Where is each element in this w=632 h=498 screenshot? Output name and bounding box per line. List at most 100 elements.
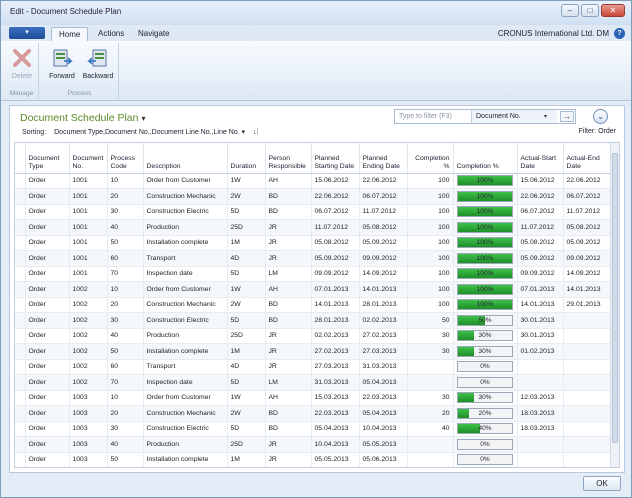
cell-planned-start[interactable]: 22.03.2013	[311, 405, 360, 422]
cell-actual-start[interactable]: 18.03.2013	[517, 405, 564, 422]
cell-process-code[interactable]: 30	[107, 312, 144, 329]
cell-planned-end[interactable]: 22.06.2012	[359, 173, 408, 189]
cell-planned-end[interactable]: 22.03.2013	[359, 390, 408, 406]
cell-completion-bar[interactable]: 50%	[453, 312, 518, 329]
filter-dropdown-icon[interactable]: ▾	[544, 113, 547, 120]
cell-duration[interactable]: 4D	[227, 359, 266, 375]
cell-process-code[interactable]: 10	[107, 281, 144, 298]
cell-actual-start[interactable]	[517, 374, 564, 391]
table-row[interactable]: Order100360Transport4DJR05.06.201309.06.…	[15, 468, 611, 469]
col-planned-end[interactable]: Planned Ending Date	[359, 143, 408, 174]
cell-description[interactable]: Installation complete	[143, 235, 228, 251]
row-selector[interactable]	[15, 250, 26, 267]
row-selector[interactable]	[15, 421, 26, 437]
cell-actual-end[interactable]: 05.09.2012	[563, 235, 612, 251]
cell-description[interactable]: Order from Customer	[143, 281, 228, 298]
close-button[interactable]: ✕	[601, 4, 625, 17]
cell-completion-value[interactable]: 100	[407, 188, 454, 205]
col-description[interactable]: Description	[143, 143, 228, 174]
cell-actual-start[interactable]: 01.02.2013	[517, 343, 564, 360]
cell-actual-end[interactable]: 22.06.2012	[563, 173, 612, 189]
cell-description[interactable]: Construction Mechanic	[143, 188, 228, 205]
cell-document-no[interactable]: 1002	[69, 297, 108, 313]
cell-description[interactable]: Production	[143, 328, 228, 344]
cell-planned-end[interactable]: 11.07.2012	[359, 204, 408, 220]
cell-completion-bar[interactable]: 100%	[453, 281, 518, 298]
row-selector[interactable]	[15, 235, 26, 251]
cell-duration[interactable]: 4D	[227, 250, 266, 267]
cell-document-type[interactable]: Order	[25, 297, 70, 313]
cell-actual-start[interactable]: 30.01.2013	[517, 312, 564, 329]
row-selector[interactable]	[15, 468, 25, 469]
cell-actual-start[interactable]	[517, 452, 564, 467]
table-row[interactable]: Order 1001 40 Production 25D JR 11.07.2012 05.0…	[15, 219, 612, 236]
cell-actual-start[interactable]: 09.09.2012	[517, 266, 564, 282]
cell-planned-start[interactable]: 31.03.2013	[311, 374, 360, 391]
cell-completion-value[interactable]	[407, 452, 454, 467]
cell-document-type[interactable]: Order	[25, 235, 70, 251]
cell-description[interactable]: Transport	[143, 468, 227, 469]
cell-actual-end[interactable]	[563, 328, 612, 344]
cell-document-type[interactable]: Order	[25, 374, 70, 391]
table-row[interactable]: Order 1003 40 Production 25D JR 10.04.2013 05.0…	[15, 436, 612, 453]
cell-person-responsible[interactable]: JR	[265, 452, 312, 467]
cell-actual-start[interactable]: 07.01.2013	[517, 281, 564, 298]
cell-planned-end[interactable]: 02.02.2013	[359, 312, 408, 329]
cell-completion-bar[interactable]: 100%	[453, 219, 518, 236]
cell-planned-start[interactable]: 06.07.2012	[311, 204, 360, 220]
table-row[interactable]: Order 1002 50 Installation complete 1M JR 27.0…	[15, 343, 612, 360]
cell-planned-start[interactable]: 02.02.2013	[311, 328, 360, 344]
cell-completion-bar[interactable]: 0%	[453, 374, 518, 391]
cell-completion-bar[interactable]: 30%	[453, 343, 518, 360]
table-row[interactable]: Order 1001 10 Order from Customer 1W AH 15.06.…	[15, 173, 612, 189]
cell-planned-end[interactable]: 14.01.2013	[359, 281, 408, 298]
cell-completion-bar[interactable]: 30%	[453, 390, 518, 406]
cell-document-type[interactable]: Order	[25, 188, 70, 205]
cell-duration[interactable]: 4D	[227, 468, 265, 469]
table-row[interactable]: Order 1001 60 Transport 4D JR 05.09.2012 09.09.…	[15, 250, 612, 267]
cell-document-type[interactable]: Order	[25, 452, 70, 467]
application-menu-button[interactable]: ▾	[9, 27, 45, 39]
cell-document-no[interactable]: 1002	[69, 281, 108, 298]
cell-person-responsible[interactable]: JR	[265, 328, 312, 344]
cell-planned-start[interactable]: 11.07.2012	[311, 219, 360, 236]
cell-description[interactable]: Inspection date	[143, 266, 228, 282]
cell-duration[interactable]: 25D	[227, 219, 266, 236]
cell-planned-end[interactable]: 09.06.2013	[359, 468, 407, 469]
cell-document-no[interactable]: 1001	[69, 250, 108, 267]
cell-planned-start[interactable]: 07.01.2013	[311, 281, 360, 298]
cell-document-no[interactable]: 1002	[69, 359, 108, 375]
cell-document-type[interactable]: Order	[25, 312, 70, 329]
cell-process-code[interactable]: 10	[107, 173, 144, 189]
cell-document-type[interactable]: Order	[25, 359, 70, 375]
cell-person-responsible[interactable]: AH	[265, 173, 312, 189]
table-row[interactable]: Order 1003 20 Construction Mechanic 2W BD 22.0…	[15, 405, 612, 422]
cell-actual-end[interactable]: 05.08.2012	[563, 219, 612, 236]
cell-actual-start[interactable]: 22.06.2012	[517, 188, 564, 205]
cell-completion-value[interactable]: 100	[407, 204, 454, 220]
cell-process-code[interactable]: 40	[107, 436, 144, 453]
cell-planned-start[interactable]: 09.09.2012	[311, 266, 360, 282]
row-selector[interactable]	[15, 173, 26, 189]
table-row[interactable]: Order 1002 30 Construction Electric 5D BD 28.0…	[15, 312, 612, 329]
cell-actual-start[interactable]: 06.07.2012	[517, 204, 564, 220]
col-completion-value[interactable]: Completion %	[407, 143, 454, 174]
row-selector[interactable]	[15, 374, 26, 391]
cell-actual-start[interactable]: 14.01.2013	[517, 297, 564, 313]
cell-completion-value[interactable]	[407, 359, 454, 375]
cell-actual-end[interactable]	[563, 468, 611, 469]
ok-button[interactable]: OK	[583, 476, 621, 491]
cell-duration[interactable]: 25D	[227, 436, 266, 453]
cell-duration[interactable]: 1M	[227, 452, 266, 467]
cell-process-code[interactable]: 20	[107, 405, 144, 422]
cell-duration[interactable]: 5D	[227, 266, 266, 282]
cell-process-code[interactable]: 30	[107, 421, 144, 437]
col-person-responsible[interactable]: Person Responsible	[265, 143, 312, 174]
cell-planned-end[interactable]: 05.09.2012	[359, 235, 408, 251]
cell-duration[interactable]: 1M	[227, 343, 266, 360]
cell-document-no[interactable]: 1001	[69, 173, 108, 189]
row-selector[interactable]	[15, 452, 26, 467]
cell-document-type[interactable]: Order	[25, 436, 70, 453]
cell-completion-value[interactable]: 100	[407, 219, 454, 236]
col-document-no[interactable]: Document No.	[69, 143, 108, 174]
